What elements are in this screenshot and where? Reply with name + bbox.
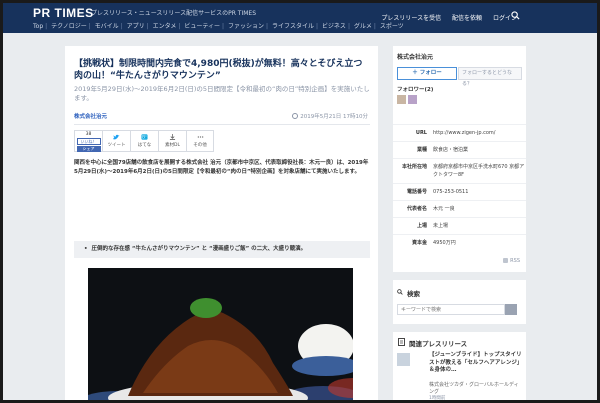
related-company[interactable]: 株式会社ツカダ・グローバルホールディング — [429, 382, 523, 396]
rss-icon — [503, 258, 509, 263]
nav-item-apps[interactable]: アプリ — [127, 23, 145, 30]
search-panel: 検索 — [393, 280, 526, 324]
sidebar-company-name[interactable]: 株式会社治元 — [397, 52, 433, 61]
related-thumbnail[interactable] — [397, 353, 410, 366]
info-row-listing: 上場 未上場 — [393, 217, 526, 234]
info-key: 代表者名 — [406, 206, 427, 212]
site-logo[interactable]: PR TIMES — [33, 6, 94, 20]
site-header: PR TIMES プレスリリース・ニュースリリース配信サービスのPR TIMES… — [3, 3, 597, 33]
article-card: 【挑戦状】制限時間内完食で4,980円(税抜)が無料！高々とそびえ立つ肉の山！“… — [65, 46, 378, 400]
follower-avatar[interactable] — [408, 95, 417, 104]
nav-item-sports[interactable]: スポーツ — [380, 23, 404, 30]
company-url-link[interactable]: http://www.zigen-jp.com/ — [433, 129, 526, 137]
nav-item-gourmet[interactable]: グルメ — [354, 23, 372, 30]
company-info-table: URL http://www.zigen-jp.com/ 業種 飲食店・宿泊業 本社… — [393, 124, 526, 251]
category-nav: Top | テクノロジー | モバイル | アプリ | エンタメ | ビューティー | ファ… — [33, 23, 404, 30]
highlight-box: 圧倒的な存在感 “牛たんさがりマウンテン” と “漫画盛りご飯” の二大、大盛り… — [74, 241, 370, 258]
nav-item-beauty[interactable]: ビューティー — [184, 23, 220, 30]
nav-item-mobile[interactable]: モバイル — [95, 23, 119, 30]
related-releases-panel: 関連プレスリリース 【ジューンブライド】トップスタイリストが教える「セルフヘアア… — [393, 332, 526, 401]
info-row-industry: 業種 飲食店・宿泊業 — [393, 141, 526, 158]
related-heading: 関連プレスリリース — [409, 340, 468, 348]
publish-date: 2019年5月21日 17時10分 — [292, 112, 368, 120]
nav-item-lifestyle[interactable]: ライフスタイル — [272, 23, 314, 30]
document-icon — [398, 338, 405, 346]
info-row-capital: 資本金 4950万円 — [393, 234, 526, 251]
hatena-button[interactable]: B! はてな — [130, 130, 158, 152]
header-links: プレスリリースを受信 配信を依頼 ログイン — [372, 13, 517, 22]
hatena-icon: B! — [141, 134, 148, 140]
keyword-search-input[interactable] — [397, 304, 505, 315]
search-icon — [397, 289, 403, 295]
facebook-share-button[interactable]: シェア — [76, 146, 101, 152]
company-link[interactable]: 株式会社治元 — [74, 112, 107, 120]
publish-date-text: 2019年5月21日 17時10分 — [300, 114, 368, 120]
download-label: 素材DL — [165, 143, 180, 148]
divider — [74, 124, 370, 125]
info-key: 上場 — [416, 223, 427, 229]
info-value: 075-253-0511 — [433, 189, 469, 195]
nav-item-business[interactable]: ビジネス — [322, 23, 346, 30]
info-key: 電話番号 — [406, 189, 427, 195]
info-row-representative: 代表者名 木元 一良 — [393, 200, 526, 217]
hatena-label: はてな — [137, 143, 152, 148]
follow-label: フォロー — [419, 70, 442, 76]
tweet-label: ツイート — [107, 143, 126, 148]
industry-link[interactable]: 飲食店・宿泊業 — [433, 146, 526, 154]
receive-releases-link[interactable]: プレスリリースを受信 — [381, 15, 441, 22]
facebook-like-box: 38 いいね！ シェア — [74, 130, 102, 152]
follow-help-link[interactable]: フォローするとどうなる？ — [458, 67, 522, 87]
svg-text:B!: B! — [142, 135, 147, 140]
clock-icon — [292, 113, 299, 119]
info-value: 京都府京都市中京区手洗水町670 京都アクトタワー8F — [433, 164, 525, 178]
rss-label: RSS — [510, 258, 520, 264]
info-value: 木元 一良 — [433, 206, 455, 212]
download-icon — [169, 134, 176, 140]
search-submit-button[interactable] — [505, 304, 517, 315]
follower-avatar[interactable] — [397, 95, 406, 104]
company-sidebar: 株式会社治元 ＋ フォロー フォローするとどうなる？ フォロワー(2) URL h… — [393, 46, 526, 272]
follow-button[interactable]: ＋ フォロー — [397, 67, 457, 80]
info-value: 未上場 — [433, 223, 449, 229]
info-value: 4950万円 — [433, 240, 456, 246]
browser-frame: PR TIMES プレスリリース・ニュースリリース配信サービスのPR TIMES… — [0, 0, 600, 403]
info-row-url: URL http://www.zigen-jp.com/ — [393, 124, 526, 141]
share-bar: 38 いいね！ シェア ツイート B! はてな 素材DL その他 — [74, 130, 214, 152]
followers-count: フォロワー(2) — [397, 87, 434, 93]
request-distribution-link[interactable]: 配信を依頼 — [452, 15, 482, 22]
nav-item-top[interactable]: Top — [33, 23, 43, 30]
search-heading: 検索 — [407, 290, 420, 298]
plus-icon: ＋ — [412, 70, 420, 76]
article-title: 【挑戦状】制限時間内完食で4,980円(税抜)が無料！高々とそびえ立つ肉の山！“… — [74, 59, 363, 81]
rss-link[interactable]: RSS — [503, 258, 520, 264]
related-time-ago: 1時間前 — [429, 396, 446, 401]
nav-item-entertainment[interactable]: エンタメ — [153, 23, 177, 30]
download-materials-button[interactable]: 素材DL — [158, 130, 186, 152]
more-label: その他 — [193, 143, 207, 148]
info-key: 資本金 — [411, 240, 427, 246]
article-subtitle: 2019年5月29日(水)～2019年6月2日(日)の5日間限定【令和最初の“肉… — [74, 85, 370, 102]
food-photo — [88, 268, 353, 400]
info-key: 本社所在地 — [401, 164, 427, 170]
more-share-button[interactable]: その他 — [186, 130, 214, 152]
info-key: 業種 — [416, 147, 427, 153]
like-button[interactable]: いいね！ — [76, 138, 101, 145]
header-search-icon[interactable] — [511, 11, 520, 20]
site-tagline: プレスリリース・ニュースリリース配信サービスのPR TIMES — [91, 10, 257, 17]
nav-item-fashion[interactable]: ファッション — [228, 23, 264, 30]
tweet-button[interactable]: ツイート — [102, 130, 130, 152]
related-title-link[interactable]: 【ジューンブライド】トップスタイリストが教える「セルフヘアアレンジ」＆身体の… — [429, 352, 523, 375]
like-count: 38 — [85, 132, 92, 137]
info-row-phone: 電話番号 075-253-0511 — [393, 183, 526, 200]
more-dots-icon — [197, 136, 203, 138]
twitter-icon — [113, 134, 120, 140]
info-key: URL — [415, 130, 427, 136]
info-row-address: 本社所在地 京都府京都市中京区手洗水町670 京都アクトタワー8F — [393, 158, 526, 183]
article-lead: 関西を中心に全国79店舗の飲食店を展開する株式会社 治元（京都市中京区、代表取締… — [74, 160, 369, 175]
nav-item-technology[interactable]: テクノロジー — [51, 23, 87, 30]
